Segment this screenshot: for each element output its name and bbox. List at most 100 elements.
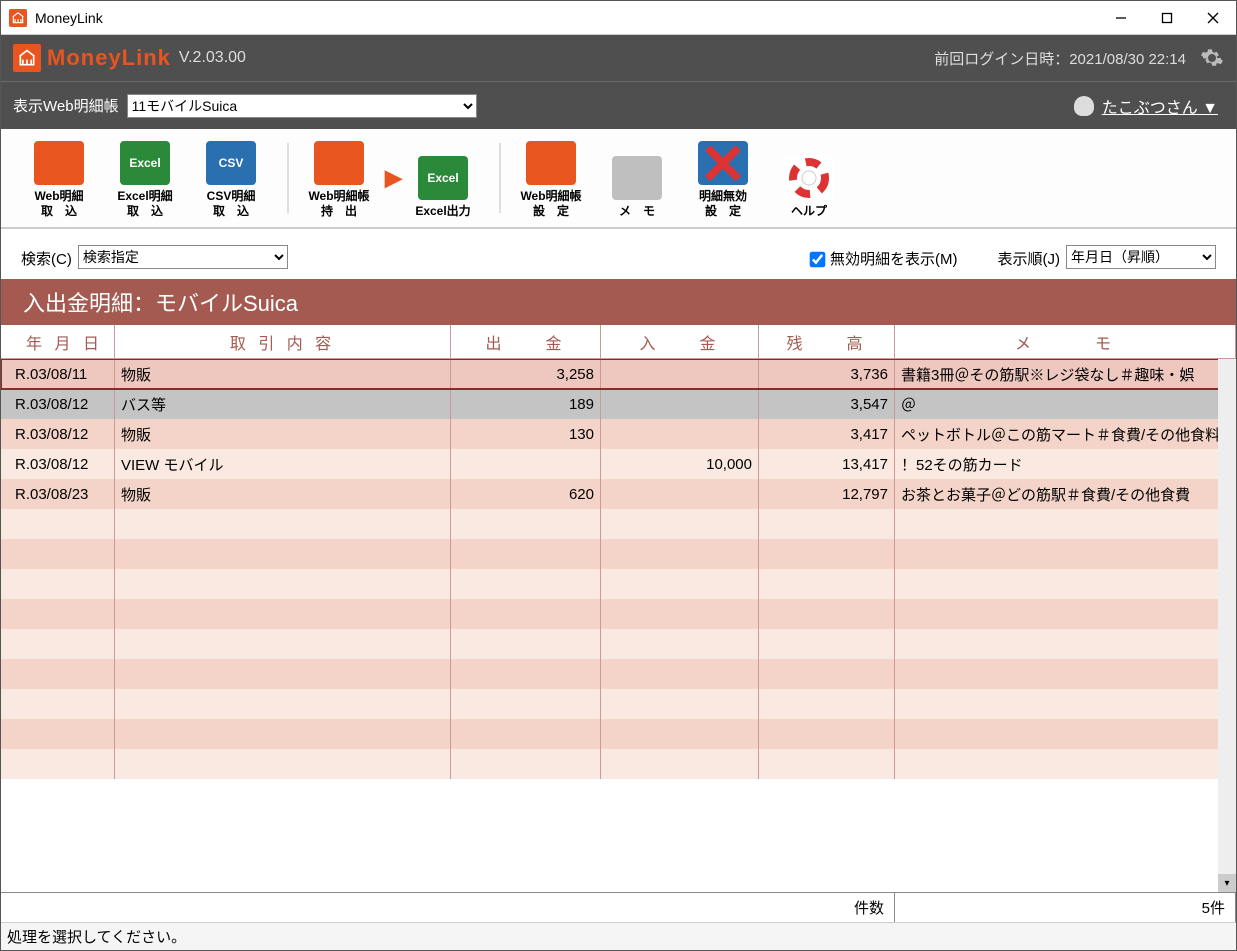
cell-memo xyxy=(895,569,1236,599)
table-row[interactable] xyxy=(1,539,1236,569)
col-memo[interactable]: メ モ xyxy=(895,325,1236,358)
cell-date xyxy=(1,719,115,749)
close-button[interactable] xyxy=(1190,1,1236,35)
cell-bal: 3,736 xyxy=(759,359,895,389)
table-title: 入出金明細：モバイルSuica xyxy=(1,279,1236,325)
col-in[interactable]: 入 金 xyxy=(601,325,759,358)
cell-in xyxy=(601,659,759,689)
search-select[interactable]: 検索指定 xyxy=(78,245,288,269)
cell-in xyxy=(601,569,759,599)
ledger-select[interactable]: 11モバイルSuica xyxy=(127,94,477,118)
cell-bal xyxy=(759,509,895,539)
table-row[interactable]: R.03/08/11物販3,2583,736書籍3冊＠その筋駅※レジ袋なし＃趣味… xyxy=(1,359,1236,389)
cell-memo xyxy=(895,719,1236,749)
controls-row: 検索(C) 検索指定 無効明細を表示(M) 表示順(J) 年月日（昇順） xyxy=(1,229,1236,279)
minimize-button[interactable] xyxy=(1098,1,1144,35)
cell-date xyxy=(1,509,115,539)
show-disabled-checkbox[interactable] xyxy=(810,252,826,268)
memo-button[interactable]: メ モ xyxy=(597,138,677,218)
user-menu[interactable]: たこぶつさん ▼ xyxy=(1102,94,1218,118)
table-row[interactable] xyxy=(1,689,1236,719)
cell-out xyxy=(451,449,601,479)
user-avatar-icon xyxy=(1074,96,1094,116)
window-title: MoneyLink xyxy=(35,10,1098,26)
cell-bal: 13,417 xyxy=(759,449,895,479)
cell-in: 10,000 xyxy=(601,449,759,479)
cell-desc: バス等 xyxy=(115,389,451,419)
csv-icon: CSV xyxy=(206,141,256,185)
cell-out xyxy=(451,689,601,719)
sort-select[interactable]: 年月日（昇順） xyxy=(1066,245,1216,269)
web-import-icon xyxy=(34,141,84,185)
app-header: MoneyLink V.2.03.00 前回ログイン日時：2021/08/30 … xyxy=(1,35,1236,81)
maximize-button[interactable] xyxy=(1144,1,1190,35)
cell-out xyxy=(451,599,601,629)
table-row[interactable]: R.03/08/12VIEW モバイル10,00013,417！52その筋カード xyxy=(1,449,1236,479)
cell-out: 3,258 xyxy=(451,359,601,389)
table-row[interactable]: R.03/08/12物販1303,417ペットボトル＠この筋マート＃食費/その他… xyxy=(1,419,1236,449)
table-row[interactable] xyxy=(1,719,1236,749)
table-row[interactable] xyxy=(1,629,1236,659)
cell-out xyxy=(451,659,601,689)
web-settings-button[interactable]: Web明細帳 設 定 xyxy=(511,138,591,218)
grid-header: 年 月 日 取 引 内 容 出 金 入 金 残 高 メ モ xyxy=(1,325,1236,359)
col-out[interactable]: 出 金 xyxy=(451,325,601,358)
cell-in xyxy=(601,689,759,719)
cell-bal xyxy=(759,719,895,749)
cell-date xyxy=(1,629,115,659)
web-export-button[interactable]: Web明細帳 持 出 xyxy=(299,138,379,218)
table-row[interactable] xyxy=(1,509,1236,539)
cell-in xyxy=(601,359,759,389)
table-row[interactable] xyxy=(1,659,1236,689)
help-button[interactable]: ヘルプ xyxy=(769,138,849,218)
csv-import-button[interactable]: CSV CSV明細 取 込 xyxy=(191,138,271,218)
cell-out xyxy=(451,749,601,779)
table-row[interactable]: R.03/08/23物販62012,797お茶とお菓子＠どの筋駅＃食費/その他食… xyxy=(1,479,1236,509)
cell-memo xyxy=(895,539,1236,569)
cell-date xyxy=(1,659,115,689)
cell-in xyxy=(601,599,759,629)
cell-memo: お茶とお菓子＠どの筋駅＃食費/その他食費 xyxy=(895,479,1236,509)
excel-output-button[interactable]: Excel Excel出力 xyxy=(403,138,483,218)
grid-body[interactable]: ▾ R.03/08/11物販3,2583,736書籍3冊＠その筋駅※レジ袋なし＃… xyxy=(1,359,1236,892)
scroll-down-icon[interactable]: ▾ xyxy=(1218,874,1236,892)
arrow-icon: ▶ xyxy=(385,165,403,191)
cell-date xyxy=(1,539,115,569)
ledger-row: 表示Web明細帳 11モバイルSuica たこぶつさん ▼ xyxy=(1,81,1236,129)
cell-out xyxy=(451,569,601,599)
cell-date: R.03/08/12 xyxy=(1,389,115,419)
web-import-button[interactable]: Web明細 取 込 xyxy=(19,138,99,218)
excel-import-button[interactable]: Excel Excel明細 取 込 xyxy=(105,138,185,218)
cell-desc xyxy=(115,749,451,779)
cell-date: R.03/08/23 xyxy=(1,479,115,509)
cell-memo: ＠ xyxy=(895,389,1236,419)
cell-memo: ペットボトル＠この筋マート＃食費/その他食料 xyxy=(895,419,1236,449)
toolbar-divider xyxy=(287,143,289,213)
count-value: 5件 xyxy=(895,893,1236,922)
cell-desc: 物販 xyxy=(115,419,451,449)
memo-icon xyxy=(612,156,662,200)
disable-settings-button[interactable]: 明細無効 設 定 xyxy=(683,138,763,218)
cell-memo xyxy=(895,749,1236,779)
cell-bal: 3,547 xyxy=(759,389,895,419)
cell-date xyxy=(1,599,115,629)
table-row[interactable]: R.03/08/12バス等1893,547＠ xyxy=(1,389,1236,419)
window-titlebar: MoneyLink xyxy=(1,1,1236,35)
col-desc[interactable]: 取 引 内 容 xyxy=(115,325,451,358)
logo-text: MoneyLink xyxy=(47,45,171,71)
excel-output-icon: Excel xyxy=(418,156,468,200)
vertical-scrollbar[interactable]: ▾ xyxy=(1218,359,1236,892)
cell-date xyxy=(1,689,115,719)
cell-memo xyxy=(895,509,1236,539)
cell-desc: 物販 xyxy=(115,479,451,509)
col-bal[interactable]: 残 高 xyxy=(759,325,895,358)
help-icon xyxy=(784,156,834,200)
cell-bal xyxy=(759,629,895,659)
table-row[interactable] xyxy=(1,599,1236,629)
cell-desc xyxy=(115,659,451,689)
settings-gear-icon[interactable] xyxy=(1200,46,1224,70)
table-row[interactable] xyxy=(1,569,1236,599)
col-date[interactable]: 年 月 日 xyxy=(1,325,115,358)
disable-icon xyxy=(698,141,748,185)
table-row[interactable] xyxy=(1,749,1236,779)
